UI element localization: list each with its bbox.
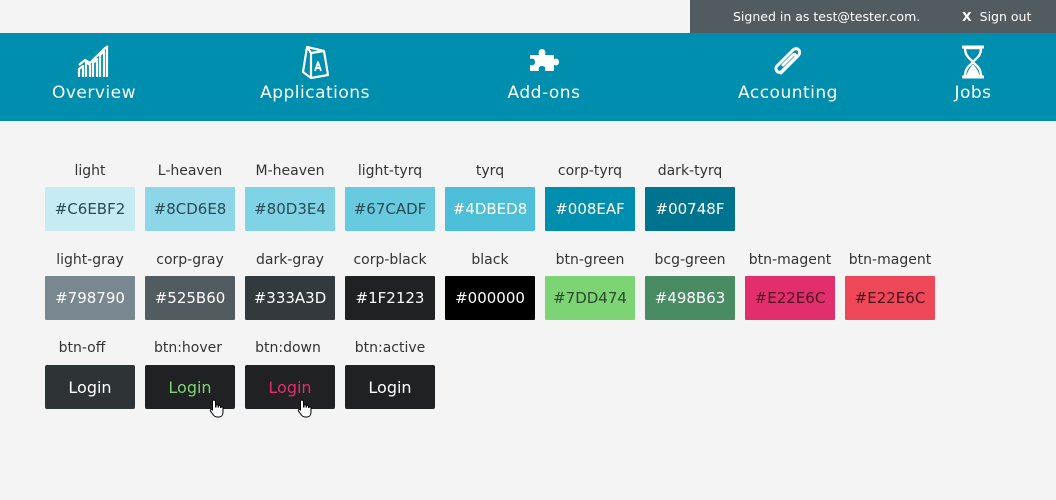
puzzle-icon — [530, 49, 559, 71]
color-swatch: #C6EBF2 — [45, 187, 135, 231]
color-swatch: #4DBED8 — [445, 187, 535, 231]
color-swatch: #1F2123 — [345, 276, 435, 320]
hand-cursor-icon — [209, 399, 224, 418]
swatch-label: black — [471, 252, 509, 268]
login-button-down[interactable]: Login — [245, 365, 335, 409]
nav-label-overview: Overview — [51, 83, 137, 103]
swatch-label: M-heaven — [255, 163, 325, 179]
color-swatch: #E22E6C — [745, 276, 835, 320]
paperclip-icon — [774, 47, 802, 75]
swatch-label: btn-off — [58, 340, 106, 356]
color-swatch: #00748F — [645, 187, 735, 231]
user-bar: Signed in as test@tester.com. X Sign out — [690, 0, 1056, 33]
swatch-label: btn:down — [255, 340, 321, 356]
swatch-label: light-gray — [56, 252, 124, 268]
color-swatch: #498B63 — [645, 276, 735, 320]
swatch-label: dark-tyrq — [657, 163, 723, 179]
nav-label-applications: Applications — [260, 83, 370, 103]
color-swatch: #67CADF — [345, 187, 435, 231]
swatch-label: btn-magent — [748, 252, 832, 268]
swatch-label: light-tyrq — [357, 163, 423, 179]
nav-label-jobs: Jobs — [954, 83, 992, 103]
color-swatch: #E22E6C — [845, 276, 935, 320]
hand-cursor-icon — [297, 399, 312, 418]
sign-out-label: Sign out — [979, 9, 1032, 24]
color-swatch: #80D3E4 — [245, 187, 335, 231]
login-button-off[interactable]: Login — [45, 365, 135, 409]
nav-label-addons: Add-ons — [507, 83, 581, 103]
color-swatch: #000000 — [445, 276, 535, 320]
color-swatch: #798790 — [45, 276, 135, 320]
swatch-label: btn:active — [354, 340, 426, 356]
signed-in-text: Signed in as test@tester.com. — [733, 9, 921, 24]
chart-icon — [77, 45, 109, 77]
swatch-label: light — [74, 163, 106, 179]
color-swatch: #333A3D — [245, 276, 335, 320]
swatch-label: tyrq — [475, 163, 505, 179]
sign-out-link[interactable]: X Sign out — [962, 9, 1031, 24]
swatch-label: btn-green — [555, 252, 625, 268]
hourglass-icon — [962, 45, 984, 79]
color-swatch: #8CD6E8 — [145, 187, 235, 231]
swatch-label: dark-gray — [256, 252, 324, 268]
login-button-active[interactable]: Login — [345, 365, 435, 409]
color-swatch: #525B60 — [145, 276, 235, 320]
swatch-label: corp-black — [353, 252, 427, 268]
swatch-label: L-heaven — [157, 163, 223, 179]
color-swatch: #008EAF — [545, 187, 635, 231]
swatch-label: corp-tyrq — [557, 163, 623, 179]
swatch-label: btn-magent — [848, 252, 932, 268]
swatch-label: btn:hover — [153, 340, 223, 356]
color-swatch: #7DD474 — [545, 276, 635, 320]
close-icon: X — [962, 9, 972, 24]
swatch-label: corp-gray — [156, 252, 224, 268]
main-nav: Overview Applications Add-ons Accounting… — [0, 33, 1056, 121]
cube-icon — [301, 45, 330, 79]
swatch-label: bcg-green — [654, 252, 726, 268]
nav-label-accounting: Accounting — [738, 83, 838, 103]
